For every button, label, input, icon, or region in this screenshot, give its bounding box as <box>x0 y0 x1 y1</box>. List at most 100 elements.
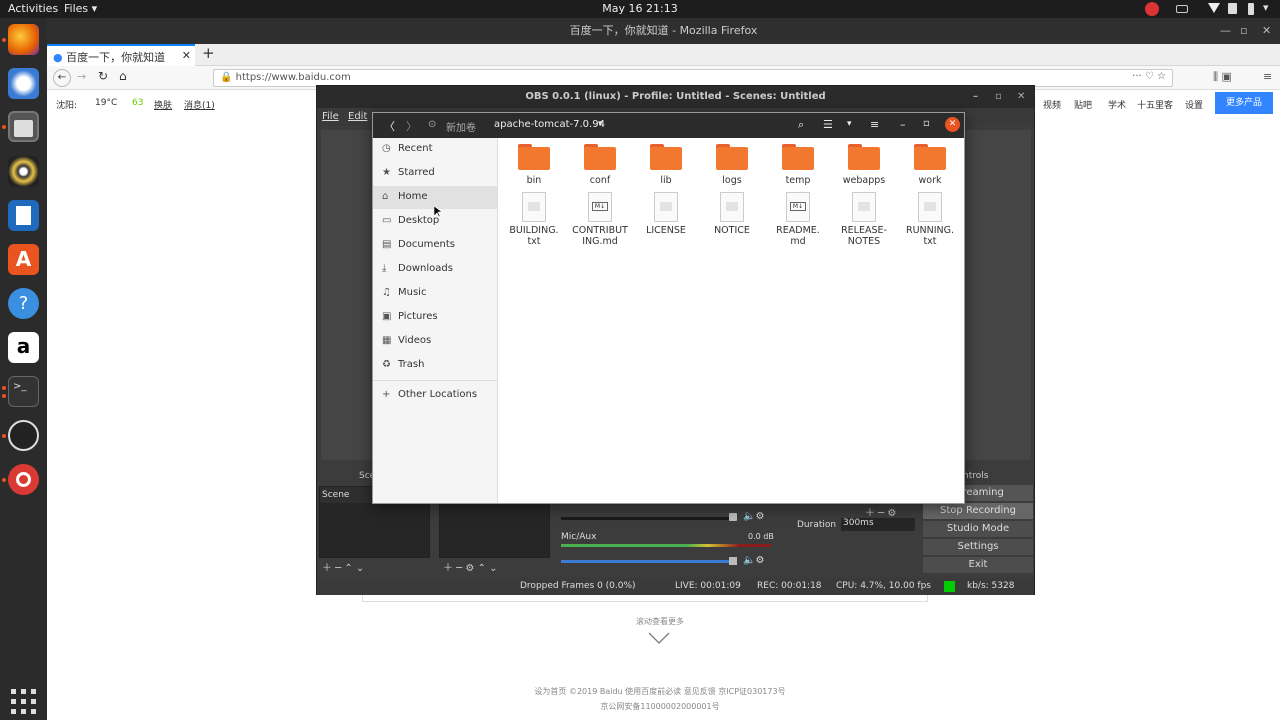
sidebar-item-pictures[interactable]: ▣ Pictures <box>373 306 497 329</box>
message-link[interactable]: 消息(1) <box>184 98 215 111</box>
tab-close-icon[interactable]: ✕ <box>182 49 191 62</box>
nav-video[interactable]: 视频 <box>1043 98 1061 111</box>
obs-icon[interactable] <box>8 420 39 451</box>
file-contributing-md[interactable]: M↓ CONTRIBUT ING.md <box>570 192 630 247</box>
sidebar-item-starred[interactable]: ★ Starred <box>373 162 497 185</box>
mic-volume-handle[interactable] <box>729 557 737 565</box>
volume-icon[interactable] <box>1228 3 1237 14</box>
exit-button[interactable]: Exit <box>923 557 1033 573</box>
obs-title: OBS 0.0.1 (linux) - Profile: Untitled - … <box>525 91 826 102</box>
transition-toolbar-icons[interactable]: ＋ ─ ⚙ <box>865 504 896 519</box>
mic-volume-slider[interactable] <box>561 560 731 563</box>
page-actions-icon[interactable]: ··· ♡ ☆ <box>1132 71 1166 82</box>
minimize-icon[interactable]: – <box>900 118 906 131</box>
nav-tieba[interactable]: 贴吧 <box>1074 98 1092 111</box>
back-icon[interactable]: 〈 <box>384 118 395 134</box>
keyboard-icon[interactable] <box>1176 5 1188 13</box>
menu-icon[interactable]: ≡ <box>870 118 879 131</box>
path-dropdown-icon[interactable]: ▾ <box>598 119 603 129</box>
folder-logs[interactable]: logs <box>702 144 762 186</box>
minimize-icon[interactable]: — <box>1220 18 1231 44</box>
sidebar-item-documents[interactable]: ▤ Documents <box>373 234 497 257</box>
forward-icon[interactable]: → <box>77 70 86 83</box>
file-building-txt[interactable]: BUILDING. txt <box>504 192 564 247</box>
netease-tray-icon[interactable] <box>1145 2 1159 16</box>
wifi-icon[interactable] <box>1208 3 1220 13</box>
software-center-icon[interactable]: A <box>8 244 39 275</box>
file-readme-md[interactable]: M↓ README. md <box>768 192 828 247</box>
help-icon[interactable]: ? <box>8 288 39 319</box>
library-icon[interactable]: ⫼ ▣ <box>1213 70 1232 84</box>
back-icon[interactable]: ← <box>53 69 71 87</box>
duration-input[interactable]: 300ms <box>841 518 915 531</box>
chevron-down-icon[interactable] <box>648 628 670 646</box>
folder-temp[interactable]: temp <box>768 144 828 186</box>
forward-icon[interactable]: 〉 <box>406 118 417 134</box>
new-tab-icon[interactable]: + <box>202 44 215 62</box>
volume-handle[interactable] <box>729 513 737 521</box>
path-segment-current[interactable]: apache-tomcat-7.0.94 <box>494 119 605 130</box>
studio-mode-button[interactable]: Studio Mode <box>923 521 1033 537</box>
system-menu-chevron-icon[interactable]: ▾ <box>1263 1 1269 14</box>
file-release-notes[interactable]: RELEASE- NOTES <box>834 192 894 247</box>
close-icon[interactable]: ✕ <box>945 117 960 132</box>
view-options-icon[interactable]: ▾ <box>847 119 852 129</box>
settings-button[interactable]: Settings <box>923 539 1033 555</box>
file-license[interactable]: LICENSE <box>636 192 696 236</box>
folder-icon <box>584 144 616 170</box>
maximize-icon[interactable]: ▫ <box>923 118 930 129</box>
menu-icon[interactable]: ≡ <box>1263 70 1272 83</box>
source-toolbar-icons[interactable]: ＋ ─ ⚙ ⌃ ⌄ <box>443 559 497 574</box>
desktop-audio-slider[interactable] <box>561 517 731 520</box>
close-icon[interactable]: ✕ <box>1262 18 1271 44</box>
files-icon[interactable] <box>8 111 39 142</box>
reload-icon[interactable]: ↻ <box>98 69 108 83</box>
clock[interactable]: May 16 21:13 <box>0 2 1280 15</box>
app-grid-icon[interactable] <box>8 686 39 717</box>
sidebar-item-other-locations[interactable]: + Other Locations <box>373 384 497 407</box>
battery-icon[interactable] <box>1248 3 1254 15</box>
folder-icon <box>782 144 814 170</box>
obs-minimize-icon[interactable]: – <box>973 86 978 108</box>
writer-icon[interactable] <box>8 200 39 231</box>
file-notice[interactable]: NOTICE <box>702 192 762 236</box>
search-icon[interactable]: ⌕ <box>798 118 804 132</box>
thunderbird-icon[interactable] <box>8 68 39 99</box>
path-segment-volume[interactable]: 新加卷 <box>446 119 476 134</box>
scene-toolbar-icons[interactable]: ＋ ─ ⌃ ⌄ <box>322 559 364 574</box>
sidebar-item-downloads[interactable]: ⤓ Downloads <box>373 258 497 281</box>
folder-work[interactable]: work <box>900 144 960 186</box>
skin-link[interactable]: 换肤 <box>154 98 172 111</box>
more-products-button[interactable]: 更多产品 <box>1215 92 1273 114</box>
mute-icon[interactable]: 🔈⚙ <box>743 511 764 522</box>
sidebar-item-recent[interactable]: ◷ Recent <box>373 138 497 161</box>
weather-city: 沈阳: <box>56 101 78 111</box>
nav-academic[interactable]: 学术 <box>1108 98 1126 111</box>
mic-mute-icon[interactable]: 🔈⚙ <box>743 555 764 566</box>
home-icon[interactable]: ⌂ <box>119 69 127 83</box>
nav-custom[interactable]: 十五里客 <box>1137 98 1173 111</box>
amazon-icon[interactable]: a <box>8 332 39 363</box>
folder-bin[interactable]: bin <box>504 144 564 186</box>
sidebar-item-music[interactable]: ♫ Music <box>373 282 497 305</box>
sidebar-item-videos[interactable]: ▦ Videos <box>373 330 497 353</box>
stop-recording-button[interactable]: Stop Recording <box>923 503 1033 519</box>
obs-menu-file[interactable]: File <box>322 111 339 122</box>
obs-menu-edit[interactable]: Edit <box>348 111 367 122</box>
list-view-icon[interactable]: ☰ <box>823 118 833 131</box>
mic-level-meter <box>561 544 771 547</box>
firefox-icon[interactable] <box>8 24 39 55</box>
nav-settings[interactable]: 设置 <box>1185 98 1203 111</box>
file-running-txt[interactable]: RUNNING. txt <box>900 192 960 247</box>
folder-conf[interactable]: conf <box>570 144 630 186</box>
tab-baidu[interactable]: ● 百度一下，你就知道 ✕ <box>47 44 195 66</box>
folder-lib[interactable]: lib <box>636 144 696 186</box>
maximize-icon[interactable]: ▫ <box>1240 18 1247 44</box>
folder-webapps[interactable]: webapps <box>834 144 894 186</box>
sidebar-item-trash[interactable]: ♻ Trash <box>373 354 497 377</box>
terminal-icon[interactable]: >_ <box>8 376 39 407</box>
rhythmbox-icon[interactable] <box>8 156 39 187</box>
obs-maximize-icon[interactable]: ▫ <box>995 86 1002 108</box>
obs-close-icon[interactable]: ✕ <box>1017 86 1025 108</box>
netease-music-icon[interactable] <box>8 464 39 495</box>
